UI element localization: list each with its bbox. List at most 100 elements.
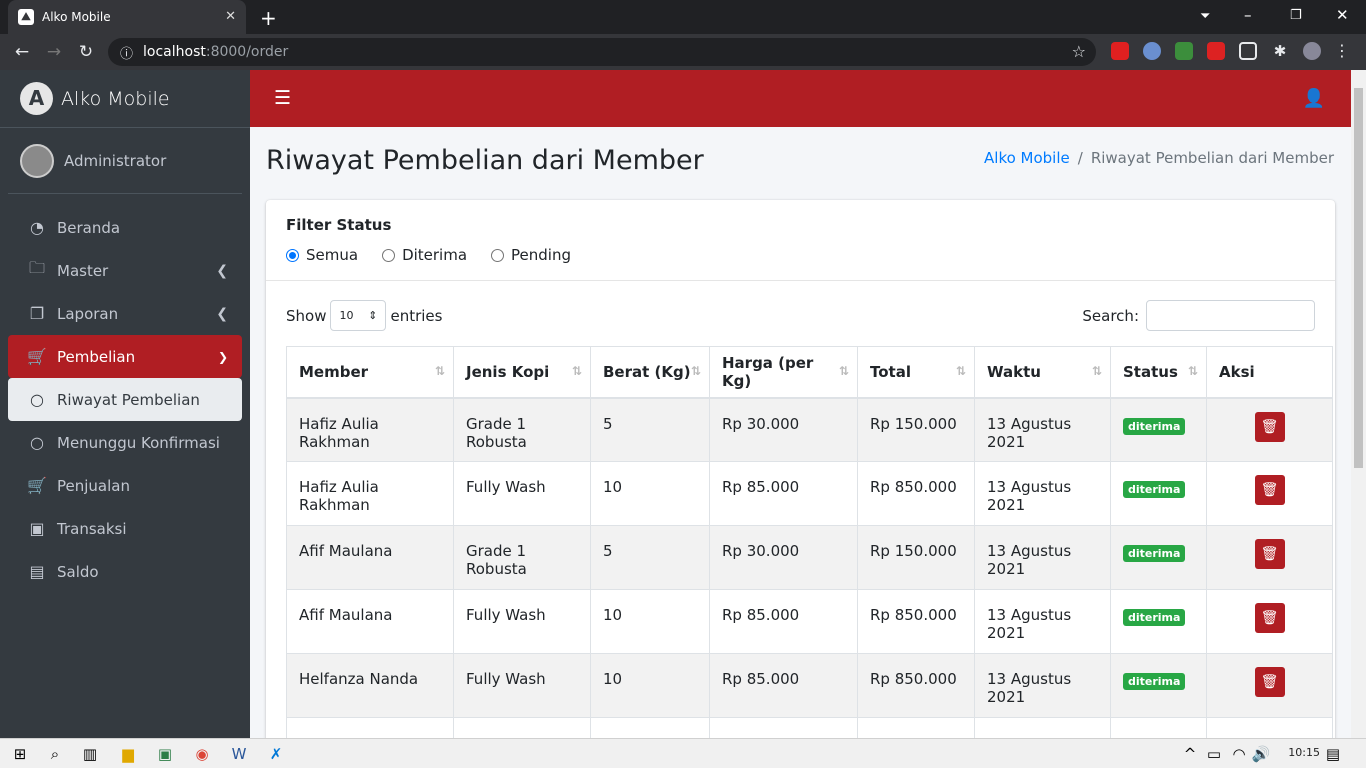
sidebar-item-menunggu-konfirmasi[interactable]: ○ Menunggu Konfirmasi: [8, 421, 242, 464]
delete-button[interactable]: 🗑: [1254, 411, 1285, 442]
cell-waktu: 13 Agustus 2021: [974, 525, 1111, 590]
extension-icon[interactable]: [1175, 42, 1193, 60]
user-panel[interactable]: Administrator: [8, 128, 242, 194]
sidebar-item-laporan[interactable]: ❐ Laporan ❮: [8, 292, 242, 335]
minimize-icon[interactable]: –: [1244, 6, 1252, 24]
vscode-icon[interactable]: ✗: [266, 744, 286, 764]
sort-icon[interactable]: ⇅: [1092, 364, 1102, 378]
sort-icon[interactable]: ⇅: [839, 364, 849, 378]
brand-logo-icon: A: [20, 82, 53, 115]
restore-icon[interactable]: ❐: [1290, 8, 1302, 23]
hamburger-menu-icon[interactable]: ☰: [274, 87, 291, 109]
circle-icon: ○: [30, 390, 44, 409]
battery-icon[interactable]: ▭: [1204, 744, 1224, 764]
notification-center-icon[interactable]: ▤: [1323, 744, 1343, 764]
sort-icon[interactable]: ⇅: [1188, 364, 1198, 378]
column-header-berat[interactable]: Berat (Kg) ⇅: [590, 346, 710, 399]
profile-avatar[interactable]: [1303, 42, 1321, 60]
cell-waktu: 13 Agustus 2021: [974, 397, 1111, 462]
column-header-total[interactable]: Total ⇅: [857, 346, 975, 399]
extension-icon[interactable]: [1239, 42, 1257, 60]
sidebar-item-riwayat-pembelian[interactable]: ○ Riwayat Pembelian: [8, 378, 242, 421]
tab-close-icon[interactable]: ✕: [225, 9, 236, 24]
terminal-app-icon[interactable]: ▣: [155, 744, 175, 764]
page-scrollbar[interactable]: [1351, 70, 1366, 738]
tray-chevron-up-icon[interactable]: ^: [1180, 744, 1200, 764]
new-tab-icon[interactable]: +: [260, 6, 277, 30]
delete-button[interactable]: 🗑: [1254, 667, 1285, 697]
sort-icon[interactable]: ⇅: [691, 364, 701, 378]
column-header-member[interactable]: Member ⇅: [286, 346, 454, 399]
sort-icon[interactable]: ⇅: [956, 364, 966, 378]
cell-jenis-kopi: Fully Wash: [453, 461, 591, 526]
cell-status: diterima: [1110, 653, 1207, 718]
browser-tab[interactable]: ⛰ Alko Mobile ✕: [8, 0, 246, 34]
wifi-icon[interactable]: ◠: [1229, 744, 1249, 764]
sidebar-item-label: Beranda: [57, 218, 121, 237]
sort-icon[interactable]: ⇅: [572, 364, 582, 378]
extension-icon[interactable]: [1207, 42, 1225, 60]
radio-unchecked-icon[interactable]: [382, 248, 396, 262]
puzzle-icon[interactable]: ✱: [1271, 42, 1289, 60]
sidebar-item-beranda[interactable]: ◔ Beranda: [8, 206, 242, 249]
browser-titlebar: ⛰ Alko Mobile ✕ + ⏷ – ❐ ✕: [0, 0, 1366, 34]
radio-checked-icon[interactable]: [286, 248, 299, 262]
taskbar-clock[interactable]: 10:15: [1288, 746, 1320, 759]
cell-harga: Rp 30.000: [709, 525, 858, 590]
extension-icon[interactable]: [1143, 42, 1161, 60]
windows-start-icon[interactable]: ⊞: [10, 744, 30, 764]
extension-icon[interactable]: [1111, 42, 1129, 60]
cart-icon: 🛒: [27, 476, 47, 495]
cell-berat: 10: [590, 461, 710, 526]
filter-radio-semua[interactable]: Semua: [286, 246, 358, 264]
column-header-status[interactable]: Status ⇅: [1110, 346, 1207, 399]
profile-menu-icon[interactable]: ⏷: [1200, 9, 1210, 24]
menu-kebab-icon[interactable]: ⋮: [1333, 42, 1351, 60]
scrollbar-thumb[interactable]: [1354, 88, 1363, 468]
cell-status: diterima: [1110, 525, 1207, 590]
windows-taskbar: ⊞ ⌕ ▥ ▆ ▣ ◉ W ✗ ^ ▭ ◠ 🔊 10:15 ▤: [0, 738, 1366, 768]
breadcrumb-home-link[interactable]: Alko Mobile: [984, 149, 1070, 167]
entries-select[interactable]: 10: [330, 300, 387, 331]
brand-name: Alko Mobile: [61, 87, 170, 110]
column-header-harga[interactable]: Harga (per Kg) ⇅: [709, 346, 858, 399]
column-header-jenis-kopi[interactable]: Jenis Kopi ⇅: [453, 346, 591, 399]
reload-icon[interactable]: ↻: [70, 42, 102, 62]
sidebar-item-master[interactable]: 🗀 Master ❮: [8, 249, 242, 292]
url-path: :8000/order: [205, 44, 289, 60]
user-settings-icon[interactable]: 👤: [1303, 88, 1325, 109]
search-icon[interactable]: ⌕: [45, 744, 65, 764]
volume-icon[interactable]: 🔊: [1251, 744, 1271, 764]
chrome-icon[interactable]: ◉: [192, 744, 212, 764]
radio-unchecked-icon[interactable]: [491, 248, 505, 262]
bookmark-star-icon[interactable]: ☆: [1072, 42, 1086, 61]
cell-total: Rp 850.000: [857, 653, 975, 718]
order-table: Member ⇅ Jenis Kopi ⇅ Berat (Kg) ⇅ Harga (p…: [286, 346, 1333, 738]
sidebar-item-saldo[interactable]: ▤ Saldo: [8, 550, 242, 593]
info-icon[interactable]: ⓘ: [120, 43, 133, 62]
address-bar[interactable]: ⓘ localhost:8000/order ☆: [108, 38, 1096, 66]
file-explorer-icon[interactable]: ▆: [118, 744, 138, 764]
cell-berat: 10: [590, 589, 710, 654]
delete-button[interactable]: 🗑: [1254, 539, 1285, 569]
entries-length: Show 10 entries: [286, 300, 442, 331]
back-icon[interactable]: ←: [6, 42, 38, 62]
task-view-icon[interactable]: ▥: [80, 744, 100, 764]
filter-radio-diterima[interactable]: Diterima: [382, 246, 467, 264]
brand-link[interactable]: A Alko Mobile: [0, 70, 250, 128]
window-close-icon[interactable]: ✕: [1336, 6, 1349, 24]
filter-heading: Filter Status: [286, 216, 392, 234]
cell-harga: Rp 85.000: [709, 461, 858, 526]
word-icon[interactable]: W: [229, 744, 249, 764]
sidebar-item-penjualan[interactable]: 🛒 Penjualan: [8, 464, 242, 507]
delete-button[interactable]: 🗑: [1254, 475, 1285, 505]
column-header-waktu[interactable]: Waktu ⇅: [974, 346, 1111, 399]
filter-radio-pending[interactable]: Pending: [491, 246, 571, 264]
sidebar-item-label: Pembelian: [57, 347, 136, 366]
search-input[interactable]: [1146, 300, 1315, 331]
forward-icon[interactable]: →: [38, 42, 70, 62]
sort-icon[interactable]: ⇅: [435, 364, 445, 378]
sidebar-item-pembelian[interactable]: 🛒 Pembelian ❯: [8, 335, 242, 378]
sidebar-item-transaksi[interactable]: ▣ Transaksi: [8, 507, 242, 550]
delete-button[interactable]: 🗑: [1254, 603, 1285, 633]
